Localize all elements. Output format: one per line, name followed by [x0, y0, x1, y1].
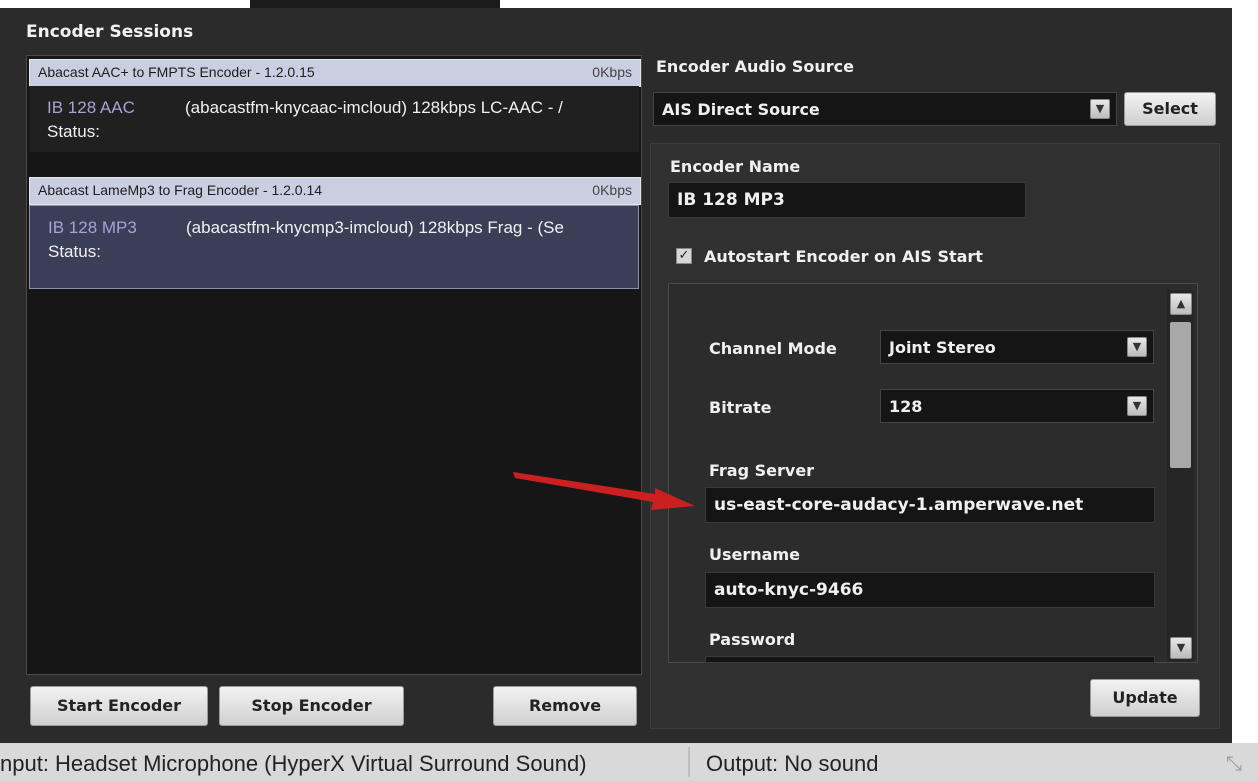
status-bar: nput: Headset Microphone (HyperX Virtual… — [0, 743, 1258, 781]
session-rate: 0Kbps — [592, 182, 632, 198]
session-row-aac[interactable]: IB 128 AAC (abacastfm-knycaac-imcloud) 1… — [29, 86, 639, 152]
bitrate-dropdown[interactable]: 128 ▼ — [880, 389, 1154, 423]
session-status-label: Status: — [47, 122, 100, 141]
frag-server-field[interactable]: us-east-core-audacy-1.amperwave.net — [705, 487, 1155, 523]
session-description: (abacastfm-knycaac-imcloud) 128kbps LC-A… — [185, 98, 563, 117]
session-header-aac[interactable]: Abacast AAC+ to FMPTS Encoder - 1.2.0.15… — [29, 59, 641, 87]
audio-source-label: Encoder Audio Source — [656, 57, 854, 76]
session-header-name: Abacast AAC+ to FMPTS Encoder - 1.2.0.15 — [38, 64, 315, 80]
session-encoder-name: IB 128 AAC — [47, 98, 135, 117]
output-device-status: Output: No sound — [706, 751, 879, 776]
encoder-name-label: Encoder Name — [670, 157, 801, 176]
session-header-mp3[interactable]: Abacast LameMp3 to Frag Encoder - 1.2.0.… — [29, 177, 641, 205]
remove-button[interactable]: Remove — [493, 686, 637, 726]
annotation-arrow-icon — [513, 472, 695, 510]
sessions-title: Encoder Sessions — [26, 22, 194, 42]
bitrate-value: 128 — [889, 397, 923, 416]
session-row-mp3-selected[interactable]: IB 128 MP3 (abacastfm-knycmp3-imcloud) 1… — [29, 205, 639, 289]
top-window-fragment — [250, 0, 500, 8]
session-encoder-name: IB 128 MP3 — [48, 218, 137, 237]
sessions-list[interactable]: Abacast AAC+ to FMPTS Encoder - 1.2.0.15… — [26, 55, 642, 675]
update-button[interactable]: Update — [1090, 679, 1200, 717]
status-divider — [688, 747, 690, 777]
audio-source-value: AIS Direct Source — [662, 100, 820, 119]
session-header-name: Abacast LameMp3 to Frag Encoder - 1.2.0.… — [38, 182, 323, 198]
resize-grip-icon[interactable]: ⤡ — [1226, 753, 1242, 776]
password-label: Password — [709, 630, 796, 649]
audio-source-dropdown[interactable]: AIS Direct Source ▼ — [653, 92, 1117, 126]
input-device-status: nput: Headset Microphone (HyperX Virtual… — [0, 751, 587, 776]
channel-mode-dropdown[interactable]: Joint Stereo ▼ — [880, 330, 1154, 364]
top-window-edge — [0, 0, 1258, 8]
session-status-label: Status: — [48, 242, 101, 261]
frag-server-label: Frag Server — [709, 461, 815, 480]
start-encoder-button[interactable]: Start Encoder — [30, 686, 208, 726]
bitrate-label: Bitrate — [709, 398, 772, 417]
channel-mode-value: Joint Stereo — [889, 338, 996, 357]
password-field[interactable] — [705, 656, 1155, 663]
chevron-down-icon[interactable]: ▼ — [1127, 396, 1147, 416]
username-field[interactable]: auto-knyc-9466 — [705, 572, 1155, 608]
autostart-label: Autostart Encoder on AIS Start — [704, 247, 983, 266]
chevron-down-icon[interactable]: ▼ — [1127, 337, 1147, 357]
scroll-up-icon[interactable]: ▲ — [1170, 293, 1192, 315]
encoder-name-field[interactable]: IB 128 MP3 — [668, 182, 1026, 218]
autostart-checkbox[interactable]: ✓ — [676, 248, 692, 264]
channel-mode-label: Channel Mode — [709, 339, 837, 358]
session-description: (abacastfm-knycmp3-imcloud) 128kbps Frag… — [186, 218, 564, 237]
chevron-down-icon[interactable]: ▼ — [1090, 99, 1110, 119]
right-window-edge — [1232, 8, 1258, 743]
scroll-down-icon[interactable]: ▼ — [1170, 637, 1192, 659]
session-rate: 0Kbps — [592, 64, 632, 80]
scrollbar-thumb[interactable] — [1170, 322, 1191, 468]
stop-encoder-button[interactable]: Stop Encoder — [219, 686, 404, 726]
username-label: Username — [709, 545, 800, 564]
select-button[interactable]: Select — [1124, 92, 1216, 126]
